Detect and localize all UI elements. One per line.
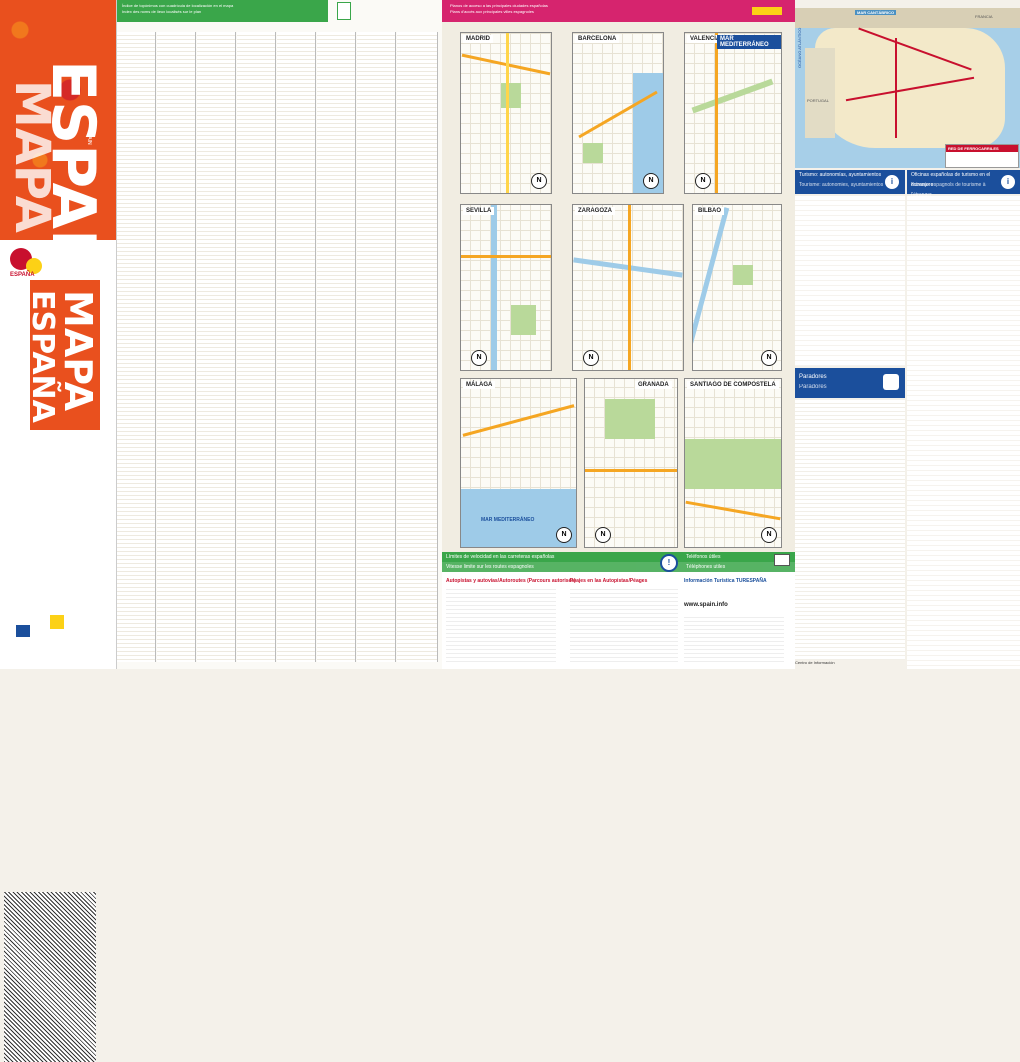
cover-bottom-panel	[0, 440, 116, 1062]
city-map-barcelona[interactable]: BARCELONA N	[572, 32, 664, 194]
index-column	[317, 32, 356, 662]
phone-icon	[774, 554, 790, 566]
index-column	[277, 32, 316, 662]
compass-icon: N	[595, 527, 611, 543]
index-column	[197, 32, 236, 662]
cover-word-spain: SPAIN	[86, 130, 92, 145]
distance-table	[4, 892, 96, 1062]
compass-icon: N	[695, 173, 711, 189]
spain-seal-icon	[50, 615, 64, 629]
compass-icon: N	[583, 350, 599, 366]
paradores-table	[795, 400, 905, 660]
portugal-landmass	[805, 48, 835, 138]
info-icon: i	[999, 173, 1017, 191]
tolls-table-2	[570, 586, 678, 664]
city-map-bilbao[interactable]: BILBAO N	[692, 204, 782, 371]
city-map-malaga[interactable]: MÁLAGA MAR MEDITERRÁNEO N	[460, 378, 577, 548]
spain-info-link[interactable]: www.spain.info	[684, 602, 728, 608]
paradores-header: Paradores Paradores	[795, 368, 905, 398]
index-header: Índice de topónimos con cuadrícula de lo…	[117, 0, 328, 22]
index-column	[237, 32, 276, 662]
spain-overview-map[interactable]: MAR CANTÁBRICO FRANCIA PORTUGAL OCÉANO A…	[795, 8, 1020, 168]
city-map-santiago[interactable]: SANTIAGO DE COMPOSTELA N	[684, 378, 782, 548]
compass-icon: N	[761, 527, 777, 543]
rail-line	[895, 38, 897, 138]
compass-icon: N	[531, 173, 547, 189]
eu-flag-icon	[16, 625, 30, 637]
tourism-offices-header: Turismo: autonomías, ayuntamientos Touri…	[795, 170, 905, 194]
phones-section: Teléfonos útiles Téléphones utiles Infor…	[682, 552, 795, 669]
city-map-valencia[interactable]: VALENCIA MAR MEDITERRÁNEO N	[684, 32, 782, 194]
cover-word-mapa: MAPA	[4, 80, 60, 233]
compass-icon: N	[556, 527, 572, 543]
phones-list	[684, 614, 784, 664]
speed-limits-section: Límites de velocidad en las carreteras e…	[442, 552, 682, 669]
place-index: Índice de topónimos con cuadrícula de lo…	[116, 0, 443, 669]
espana-logo: ESPAÑA	[10, 248, 42, 278]
tourism-offices-list	[795, 196, 905, 366]
compass-icon: N	[643, 173, 659, 189]
cover-image-strip: MAPA ESPAÑA	[30, 280, 100, 430]
index-column	[157, 32, 196, 662]
index-logo-icon	[337, 2, 351, 20]
info-icon: i	[883, 173, 901, 191]
compass-icon: N	[471, 350, 487, 366]
city-logo-icon	[752, 7, 782, 15]
index-column	[117, 32, 156, 662]
cover-white-panel: ESPAÑA MAPA ESPAÑA	[0, 240, 116, 440]
spanish-offices-header: Oficinas españolas de turismo en el extr…	[907, 170, 1020, 198]
index-column	[357, 32, 396, 662]
city-maps-header: Planos de acceso a las principales ciuda…	[442, 0, 795, 22]
map-legend: RED DE FERROCARRILES	[945, 144, 1019, 168]
compass-icon: N	[761, 350, 777, 366]
city-map-granada[interactable]: GRANADA N	[584, 378, 678, 548]
index-column	[397, 32, 438, 662]
city-maps-area: MADRID N BARCELONA N VALENCIA MAR MEDITE…	[442, 22, 795, 552]
spanish-offices-list	[907, 196, 1020, 669]
city-map-sevilla[interactable]: SEVILLA N	[460, 204, 552, 371]
city-map-zaragoza[interactable]: ZARAGOZA N	[572, 204, 684, 371]
speed-icon: !	[660, 554, 678, 572]
city-map-madrid[interactable]: MADRID N	[460, 32, 552, 194]
tolls-table	[446, 586, 556, 664]
paradores-logo-icon	[883, 374, 899, 390]
